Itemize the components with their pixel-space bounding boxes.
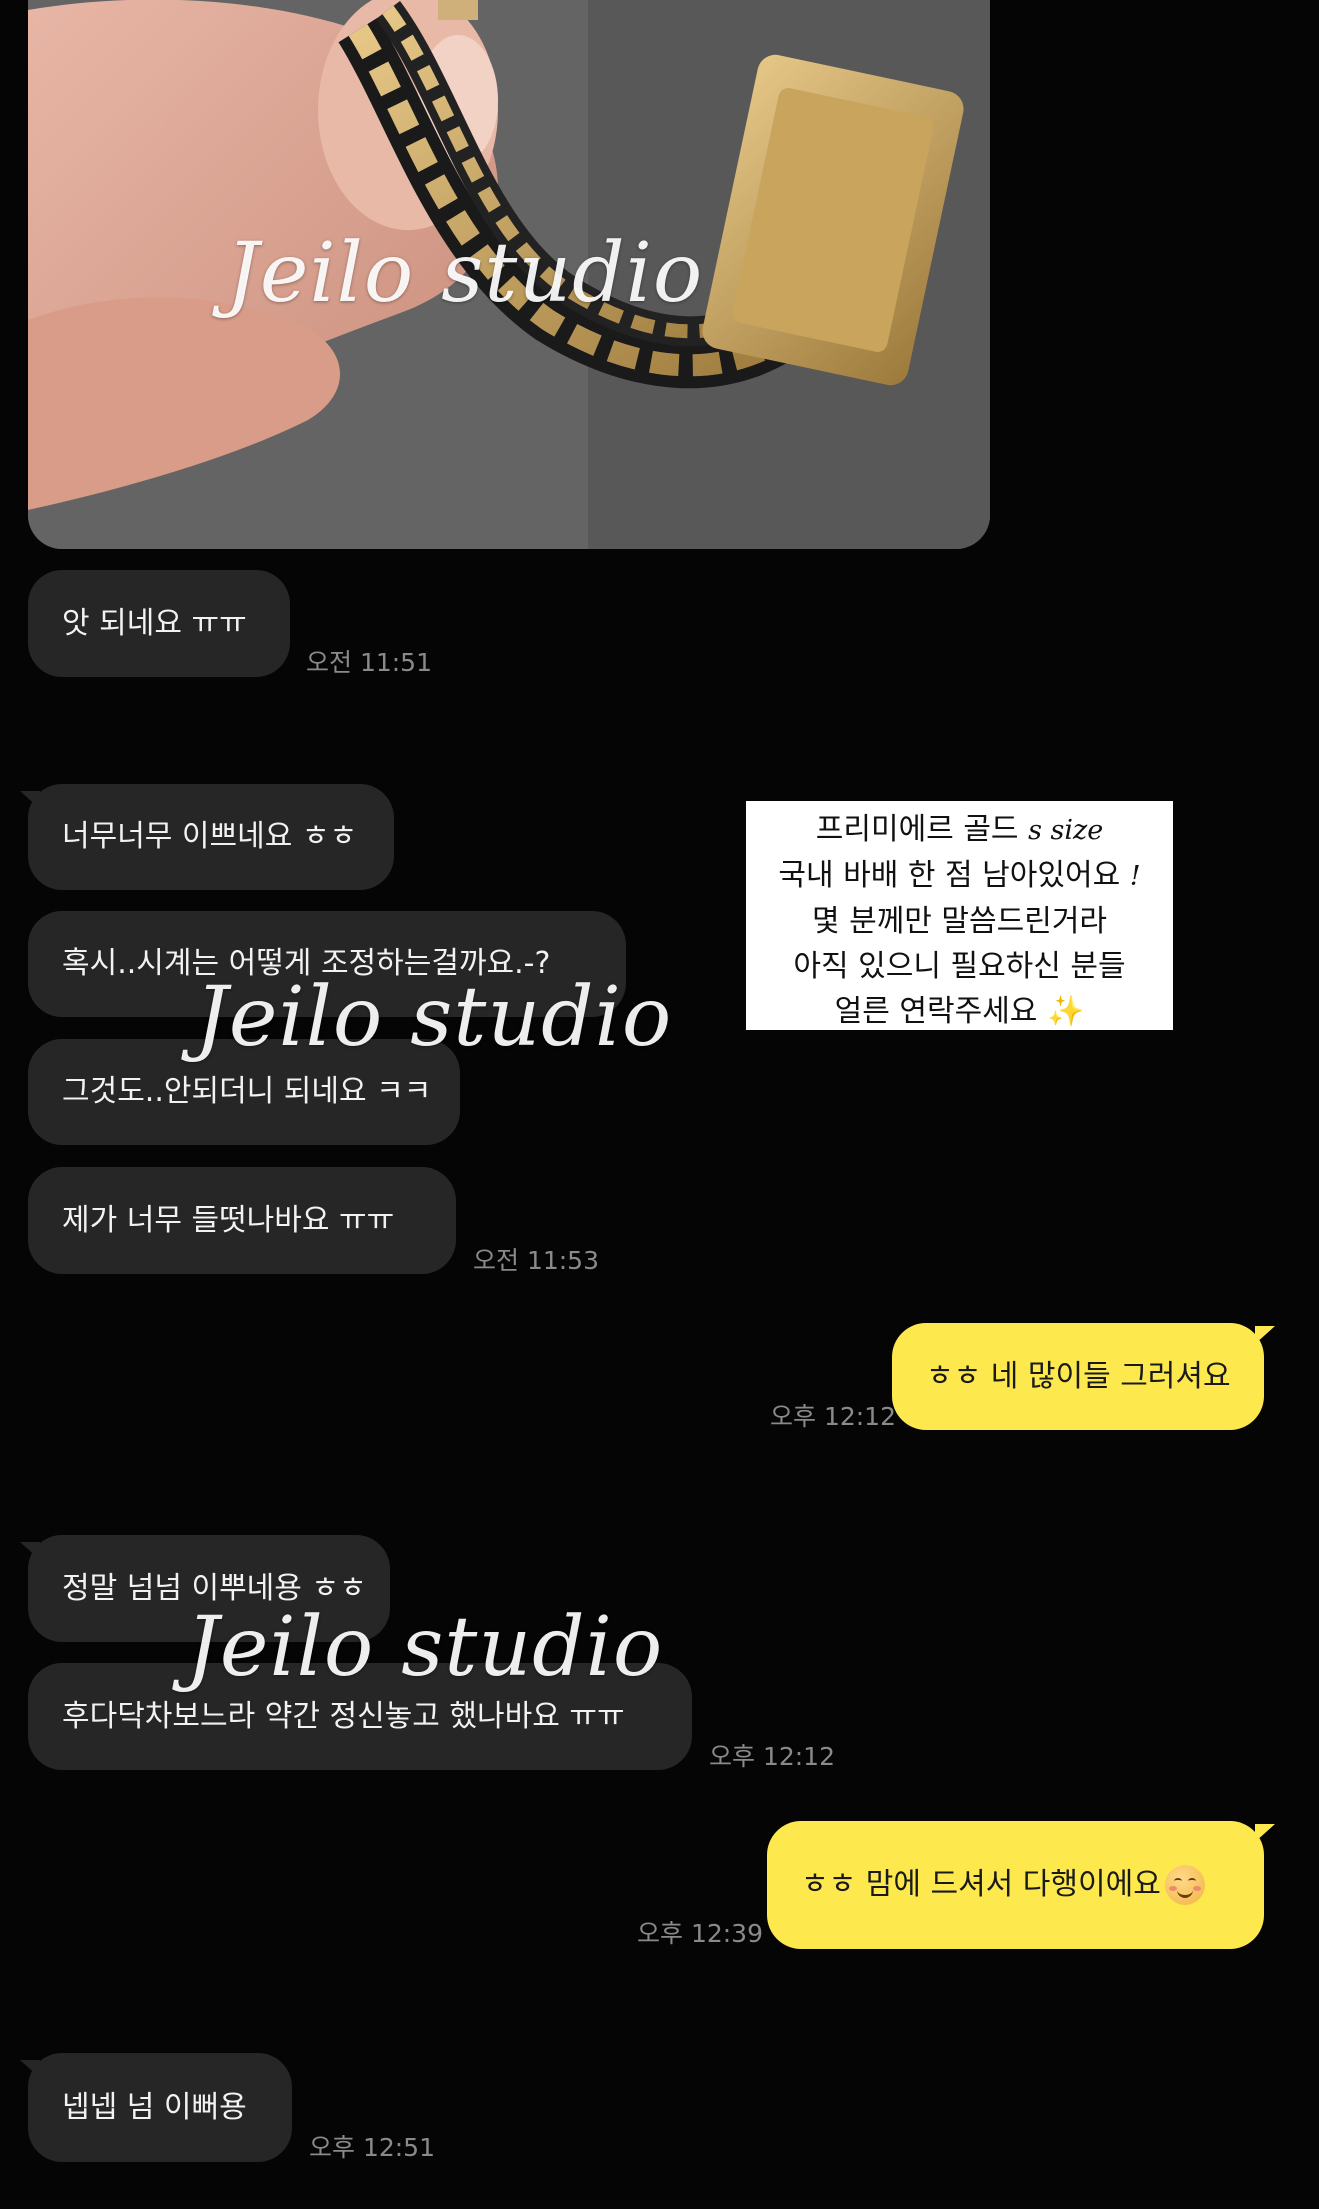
message-timestamp: 오전 11:51	[306, 648, 432, 677]
message-bubble-incoming: 너무너무 이쁘네요 ㅎㅎ	[28, 784, 394, 890]
message-bubble-outgoing: ㅎㅎ 맘에 드셔서 다행이에요	[767, 1821, 1264, 1949]
smiling-face-icon	[1164, 1865, 1205, 1905]
message-bubble-incoming: 제가 너무 들떳나바요 ㅠㅠ	[28, 1167, 456, 1274]
watermark-text: Jeilo studio	[226, 226, 704, 321]
message-bubble-incoming: 앗 되네요 ㅠㅠ	[28, 570, 290, 677]
notice-line: 아직 있으니 필요하신 분들	[793, 949, 1126, 984]
sparkle-icon: ✨	[1046, 994, 1085, 1029]
message-timestamp: 오후 12:12	[770, 1402, 896, 1431]
message-text: 넵넵 넘 이뻐용	[62, 2089, 247, 2125]
notice-line: 국내 바배 한 점 남아있어요 !	[778, 858, 1141, 893]
message-timestamp: 오전 11:53	[473, 1246, 599, 1275]
watermark-text: Jeilo studio	[186, 1600, 664, 1695]
notice-line: 얼른 연락주세요 ✨	[754, 989, 1165, 1034]
message-text: 제가 너무 들떳나바요 ㅠㅠ	[62, 1202, 395, 1238]
message-text: 너무너무 이쁘네요 ㅎㅎ	[62, 819, 358, 854]
message-text: ㅎㅎ 네 많이들 그러셔요	[926, 1358, 1231, 1394]
notice-line: 몇 분께만 말씀드린거라	[811, 904, 1108, 939]
message-text: ㅎㅎ 맘에 드셔서 다행이에요	[801, 1867, 1161, 1902]
message-text: 그것도..안되더니 되네요 ㅋㅋ	[62, 1074, 432, 1109]
message-bubble-outgoing: ㅎㅎ 네 많이들 그러셔요	[892, 1323, 1264, 1430]
notice-sticker: 프리미에르 골드 s size 국내 바배 한 점 남아있어요 ! 몇 분께만 …	[746, 801, 1173, 1030]
notice-line: 프리미에르 골드 s size	[815, 812, 1104, 847]
message-timestamp: 오후 12:51	[309, 2133, 435, 2162]
watermark-text: Jeilo studio	[195, 970, 673, 1065]
message-bubble-incoming: 넵넵 넘 이뻐용	[28, 2053, 292, 2162]
message-text: 앗 되네요 ㅠㅠ	[62, 605, 247, 641]
message-timestamp: 오후 12:39	[637, 1919, 763, 1948]
message-text: 후다닥차보느라 약간 정신놓고 했나바요 ㅠㅠ	[62, 1698, 625, 1734]
message-timestamp: 오후 12:12	[709, 1742, 835, 1771]
